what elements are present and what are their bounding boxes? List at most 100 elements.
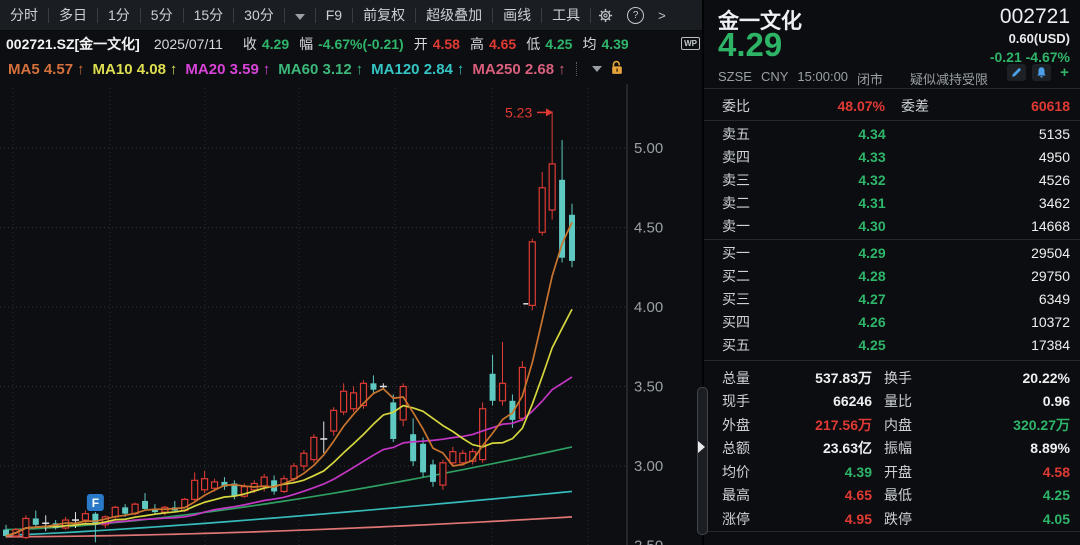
bid-row[interactable]: 买四4.2610372 — [704, 311, 1080, 334]
stat-label: 现手 — [704, 391, 782, 411]
quote-field-value: 4.29 — [262, 36, 289, 52]
quote-field-value: 4.65 — [489, 36, 516, 52]
bid-price: 4.29 — [817, 245, 927, 261]
toolbar-tab[interactable]: 多日 — [49, 5, 97, 25]
usd-price: 0.60(USD) — [1009, 31, 1070, 46]
lock-icon[interactable] — [610, 60, 624, 79]
stat-value: 0.96 — [946, 393, 1080, 409]
market-status-row: SZSE CNY 15:00:00 闭市 — [718, 69, 883, 88]
help-icon[interactable]: ? — [627, 7, 644, 24]
stat-label: 最高 — [704, 485, 782, 505]
edit-icon[interactable] — [1007, 64, 1026, 81]
toolbar-tab[interactable]: 分时 — [0, 5, 48, 25]
ma-indicator-row: MA5 4.57↑MA10 4.08↑MA20 3.59↑MA60 3.12↑M… — [0, 56, 702, 82]
chart-panel: 5.23F5.004.504.003.503.002.50 分时多日1分5分15… — [0, 0, 702, 545]
stat-label: 均价 — [704, 462, 782, 482]
bid-label: 买二 — [704, 266, 817, 286]
order-book-panel: 金一文化 002721 4.29 0.60(USD) -0.21 -4.67% … — [704, 0, 1080, 545]
toolbar-tab[interactable]: 1分 — [98, 5, 140, 25]
toolbar-tab[interactable]: 15分 — [184, 5, 234, 25]
stat-value: 66246 — [782, 393, 872, 409]
toolbar-tab[interactable]: F9 — [316, 7, 352, 23]
commission-ratio-row: 委比 48.07% 委差 60618 — [704, 93, 1080, 119]
up-candle — [500, 383, 506, 400]
quote-field-label: 幅 — [299, 34, 313, 54]
stat-label: 振幅 — [872, 438, 946, 458]
down-candle — [390, 402, 396, 439]
price-change: -0.21 -4.67% — [990, 49, 1070, 65]
add-watchlist-icon[interactable]: + — [1055, 64, 1074, 81]
price-axis-label: 3.50 — [634, 379, 663, 396]
ask-label: 卖四 — [704, 147, 817, 167]
ask-row[interactable]: 卖三4.324526 — [704, 168, 1080, 191]
ask-label: 卖一 — [704, 216, 817, 236]
stats-row: 均价4.39开盘4.58 — [704, 460, 1080, 484]
collapse-indicator-icon[interactable] — [592, 66, 602, 72]
high-annotation-label: 5.23 — [505, 104, 532, 120]
bid-row[interactable]: 买五4.2517384 — [704, 334, 1080, 357]
ask-volume: 4950 — [927, 149, 1080, 165]
toolbar-tab[interactable]: 前复权 — [353, 5, 415, 25]
ask-volume: 14668 — [927, 218, 1080, 234]
toolbar-tab[interactable]: 超级叠加 — [416, 5, 492, 25]
price-axis-label: 5.00 — [634, 140, 663, 157]
stats-row: 涨停4.95跌停4.05 — [704, 507, 1080, 531]
panel-collapse-arrow-icon[interactable] — [698, 441, 705, 453]
ask-row[interactable]: 卖五4.345135 — [704, 122, 1080, 145]
alert-bell-icon[interactable] — [1032, 64, 1051, 81]
divider-line — [704, 531, 1080, 532]
stat-label: 外盘 — [704, 415, 782, 435]
stat-value: 4.58 — [946, 464, 1080, 480]
down-candle — [490, 374, 496, 401]
stats-row: 总量537.83万换手20.22% — [704, 366, 1080, 390]
toolbar-tab[interactable]: 5分 — [141, 5, 183, 25]
down-candle — [430, 464, 436, 481]
ma-indicator: MA250 2.68 — [472, 61, 554, 78]
up-arrow-icon: ↑ — [457, 61, 465, 78]
stat-value: 8.89% — [946, 440, 1080, 456]
quote-field-label: 高 — [470, 34, 484, 54]
bid-row[interactable]: 买二4.2829750 — [704, 264, 1080, 287]
more-chevron-icon[interactable]: > — [658, 8, 666, 23]
weibi-label: 委比 — [704, 96, 817, 116]
quote-field-value: -4.67%(-0.21) — [318, 36, 404, 52]
stat-value: 4.95 — [782, 511, 872, 527]
stat-value: 4.25 — [946, 487, 1080, 503]
toolbar-separator — [590, 8, 591, 23]
down-candle — [569, 215, 575, 261]
ask-row[interactable]: 卖四4.334950 — [704, 145, 1080, 168]
ask-price: 4.33 — [817, 149, 927, 165]
up-candle — [311, 437, 317, 459]
ask-label: 卖二 — [704, 193, 817, 213]
stat-label: 总量 — [704, 368, 782, 388]
last-price: 4.29 — [718, 26, 782, 64]
quote-fields: 收4.29幅-4.67%(-0.21)开4.58高4.65低4.25均4.39 — [233, 34, 629, 54]
ask-row[interactable]: 卖一4.3014668 — [704, 215, 1080, 238]
toolbar-tab[interactable]: 画线 — [493, 5, 541, 25]
stat-label: 内盘 — [872, 415, 946, 435]
stat-label: 换手 — [872, 368, 946, 388]
up-candle — [82, 514, 88, 520]
bid-volume: 10372 — [927, 314, 1080, 330]
timeframe-dropdown[interactable] — [285, 7, 315, 23]
toolbar-tab[interactable]: 工具 — [542, 5, 590, 25]
gear-icon[interactable] — [598, 8, 613, 23]
up-candle — [549, 164, 555, 210]
ask-row[interactable]: 卖二4.313462 — [704, 192, 1080, 215]
wp-window-icon[interactable]: WP — [681, 37, 700, 50]
bid-row[interactable]: 买一4.2929504 — [704, 241, 1080, 264]
panel-resize-handle[interactable] — [697, 387, 708, 535]
ask-levels: 卖五4.345135卖四4.334950卖三4.324526卖二4.313462… — [704, 122, 1080, 238]
bid-volume: 29750 — [927, 268, 1080, 284]
quote-date: 2025/07/11 — [154, 36, 223, 52]
toolbar-tab[interactable]: 30分 — [234, 5, 284, 25]
bid-row[interactable]: 买三4.276349 — [704, 287, 1080, 310]
down-candle — [33, 518, 39, 524]
ask-price: 4.31 — [817, 195, 927, 211]
up-candle — [519, 367, 525, 418]
stat-label: 总额 — [704, 438, 782, 458]
stat-value: 537.83万 — [782, 368, 872, 388]
exchange-label: SZSE — [718, 69, 752, 88]
bid-volume: 17384 — [927, 337, 1080, 353]
quote-time: 15:00:00 — [797, 69, 848, 88]
